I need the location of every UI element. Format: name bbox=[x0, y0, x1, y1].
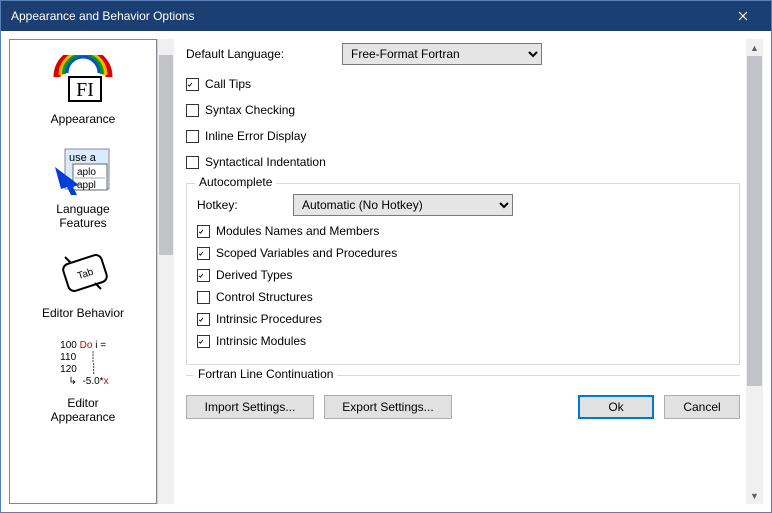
checkbox-icon bbox=[197, 225, 210, 238]
scrollbar-thumb[interactable] bbox=[159, 55, 173, 255]
export-settings-button[interactable]: Export Settings... bbox=[324, 395, 452, 419]
group-legend: Fortran Line Continuation bbox=[194, 367, 337, 381]
ac-derived-types-checkbox[interactable]: Derived Types bbox=[197, 268, 729, 282]
inline-error-checkbox[interactable]: Inline Error Display bbox=[186, 129, 740, 143]
checkbox-icon bbox=[197, 313, 210, 326]
main-container: Default Language: Free-Format Fortran Ca… bbox=[178, 39, 763, 504]
checkbox-label: Modules Names and Members bbox=[216, 224, 379, 238]
editor-appearance-icon: 100 Do i = 110 ┊ 120 ┊ ↳ -5.0*x bbox=[47, 336, 119, 392]
svg-text:FI: FI bbox=[76, 79, 94, 101]
svg-text:use a: use a bbox=[69, 152, 97, 164]
ac-intrinsic-procedures-checkbox[interactable]: Intrinsic Procedures bbox=[197, 312, 729, 326]
scrollbar-thumb[interactable] bbox=[747, 56, 762, 386]
sidebar-item-editor-appearance[interactable]: 100 Do i = 110 ┊ 120 ┊ ↳ -5.0*x Editor A… bbox=[10, 330, 156, 434]
dialog-button-row: Import Settings... Export Settings... Ok… bbox=[186, 389, 740, 421]
default-language-select[interactable]: Free-Format Fortran bbox=[342, 43, 542, 65]
main-scrollbar[interactable]: ▲ ▼ bbox=[746, 39, 763, 504]
checkbox-icon bbox=[197, 269, 210, 282]
ok-button[interactable]: Ok bbox=[578, 395, 654, 419]
sidebar-item-label: Language Features bbox=[10, 202, 156, 230]
dialog-content: FI Appearance use a aplo appl bbox=[1, 31, 771, 512]
checkbox-icon bbox=[186, 130, 199, 143]
checkbox-label: Intrinsic Procedures bbox=[216, 312, 322, 326]
sidebar-item-label: Editor Appearance bbox=[10, 396, 156, 424]
sidebar-item-language-features[interactable]: use a aplo appl Language Features bbox=[10, 136, 156, 240]
hotkey-select[interactable]: Automatic (No Hotkey) bbox=[293, 194, 513, 216]
fortran-line-continuation-group: Fortran Line Continuation bbox=[186, 375, 740, 389]
call-tips-checkbox[interactable]: Call Tips bbox=[186, 77, 740, 91]
checkbox-label: Control Structures bbox=[216, 290, 313, 304]
checkbox-icon bbox=[186, 78, 199, 91]
syntactical-indent-checkbox[interactable]: Syntactical Indentation bbox=[186, 155, 740, 169]
group-legend: Autocomplete bbox=[195, 175, 276, 189]
window-title: Appearance and Behavior Options bbox=[11, 9, 723, 23]
syntax-checking-checkbox[interactable]: Syntax Checking bbox=[186, 103, 740, 117]
cancel-button[interactable]: Cancel bbox=[664, 395, 740, 419]
ac-control-structures-checkbox[interactable]: Control Structures bbox=[197, 290, 729, 304]
hotkey-label: Hotkey: bbox=[197, 198, 285, 212]
sidebar-item-label: Editor Behavior bbox=[10, 306, 156, 320]
sidebar-scrollbar[interactable] bbox=[157, 39, 174, 504]
checkbox-label: Call Tips bbox=[205, 77, 251, 91]
category-sidebar[interactable]: FI Appearance use a aplo appl bbox=[9, 39, 157, 504]
checkbox-icon bbox=[186, 104, 199, 117]
appearance-icon: FI bbox=[47, 52, 119, 108]
sidebar-item-appearance[interactable]: FI Appearance bbox=[10, 46, 156, 136]
ac-intrinsic-modules-checkbox[interactable]: Intrinsic Modules bbox=[197, 334, 729, 348]
titlebar: Appearance and Behavior Options bbox=[1, 1, 771, 31]
svg-text:aplo: aplo bbox=[77, 167, 96, 178]
sidebar-item-label: Appearance bbox=[10, 112, 156, 126]
scroll-down-icon[interactable]: ▼ bbox=[746, 487, 763, 504]
ac-scoped-checkbox[interactable]: Scoped Variables and Procedures bbox=[197, 246, 729, 260]
scroll-up-icon[interactable]: ▲ bbox=[746, 39, 763, 56]
ac-modules-checkbox[interactable]: Modules Names and Members bbox=[197, 224, 729, 238]
default-language-label: Default Language: bbox=[186, 47, 334, 61]
checkbox-label: Intrinsic Modules bbox=[216, 334, 306, 348]
autocomplete-group: Autocomplete Hotkey: Automatic (No Hotke… bbox=[186, 183, 740, 365]
svg-text:appl: appl bbox=[77, 180, 96, 191]
checkbox-label: Inline Error Display bbox=[205, 129, 306, 143]
checkbox-icon bbox=[197, 335, 210, 348]
checkbox-label: Syntax Checking bbox=[205, 103, 295, 117]
checkbox-icon bbox=[186, 156, 199, 169]
settings-panel: Default Language: Free-Format Fortran Ca… bbox=[178, 39, 746, 504]
sidebar-container: FI Appearance use a aplo appl bbox=[9, 39, 174, 504]
checkbox-label: Derived Types bbox=[216, 268, 292, 282]
language-features-icon: use a aplo appl bbox=[47, 142, 119, 198]
dialog-window: Appearance and Behavior Options FI bbox=[0, 0, 772, 513]
sidebar-item-editor-behavior[interactable]: Tab Editor Behavior bbox=[10, 240, 156, 330]
close-icon bbox=[738, 11, 748, 21]
checkbox-label: Syntactical Indentation bbox=[205, 155, 326, 169]
close-button[interactable] bbox=[723, 1, 763, 31]
checkbox-label: Scoped Variables and Procedures bbox=[216, 246, 397, 260]
checkbox-icon bbox=[197, 247, 210, 260]
checkbox-icon bbox=[197, 291, 210, 304]
import-settings-button[interactable]: Import Settings... bbox=[186, 395, 314, 419]
editor-behavior-icon: Tab bbox=[47, 246, 119, 302]
